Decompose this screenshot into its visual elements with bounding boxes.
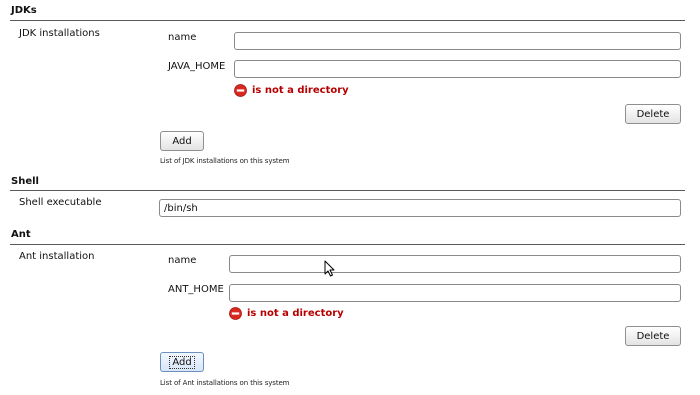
java-home-input[interactable]: [234, 60, 681, 78]
ant-home-error: is not a directory: [229, 307, 344, 320]
ant-section-title: Ant: [11, 229, 31, 240]
jdk-delete-button[interactable]: Delete: [625, 104, 681, 124]
ant-name-label: name: [168, 255, 197, 266]
ant-delete-button-label: Delete: [636, 330, 670, 342]
java-home-label: JAVA_HOME: [168, 61, 226, 72]
jdk-add-button-label: Add: [172, 135, 192, 147]
ant-section-divider: [10, 244, 685, 245]
jdk-installations-label: JDK installations: [19, 28, 100, 39]
ant-help-text: List of Ant installations on this system: [160, 379, 290, 387]
jdk-delete-button-label: Delete: [636, 108, 670, 120]
ant-home-label: ANT_HOME: [168, 284, 224, 295]
jdk-help-text: List of JDK installations on this system: [160, 157, 290, 165]
ant-name-input[interactable]: [229, 255, 681, 273]
configuration-page: JDKs JDK installations name JAVA_HOME is…: [0, 0, 700, 395]
mouse-pointer-icon: [324, 260, 335, 277]
ant-home-input[interactable]: [229, 284, 681, 302]
jdk-name-input[interactable]: [234, 32, 681, 50]
shell-executable-input[interactable]: [159, 199, 681, 217]
jdks-section-title: JDKs: [11, 5, 37, 16]
jdk-home-error-text: is not a directory: [252, 85, 349, 96]
jdks-section-divider: [10, 20, 685, 21]
ant-add-button-label: Add: [169, 355, 195, 369]
error-icon: [229, 307, 242, 320]
shell-executable-label: Shell executable: [19, 197, 102, 208]
jdk-home-error: is not a directory: [234, 84, 349, 97]
jdk-name-label: name: [168, 32, 197, 43]
ant-add-button[interactable]: Add: [160, 352, 204, 372]
ant-installation-label: Ant installation: [19, 251, 95, 262]
error-icon: [234, 84, 247, 97]
shell-section-title: Shell: [11, 176, 39, 187]
jdk-add-button[interactable]: Add: [160, 131, 204, 151]
shell-section-divider: [10, 190, 685, 191]
ant-delete-button[interactable]: Delete: [625, 326, 681, 346]
ant-home-error-text: is not a directory: [247, 308, 344, 319]
